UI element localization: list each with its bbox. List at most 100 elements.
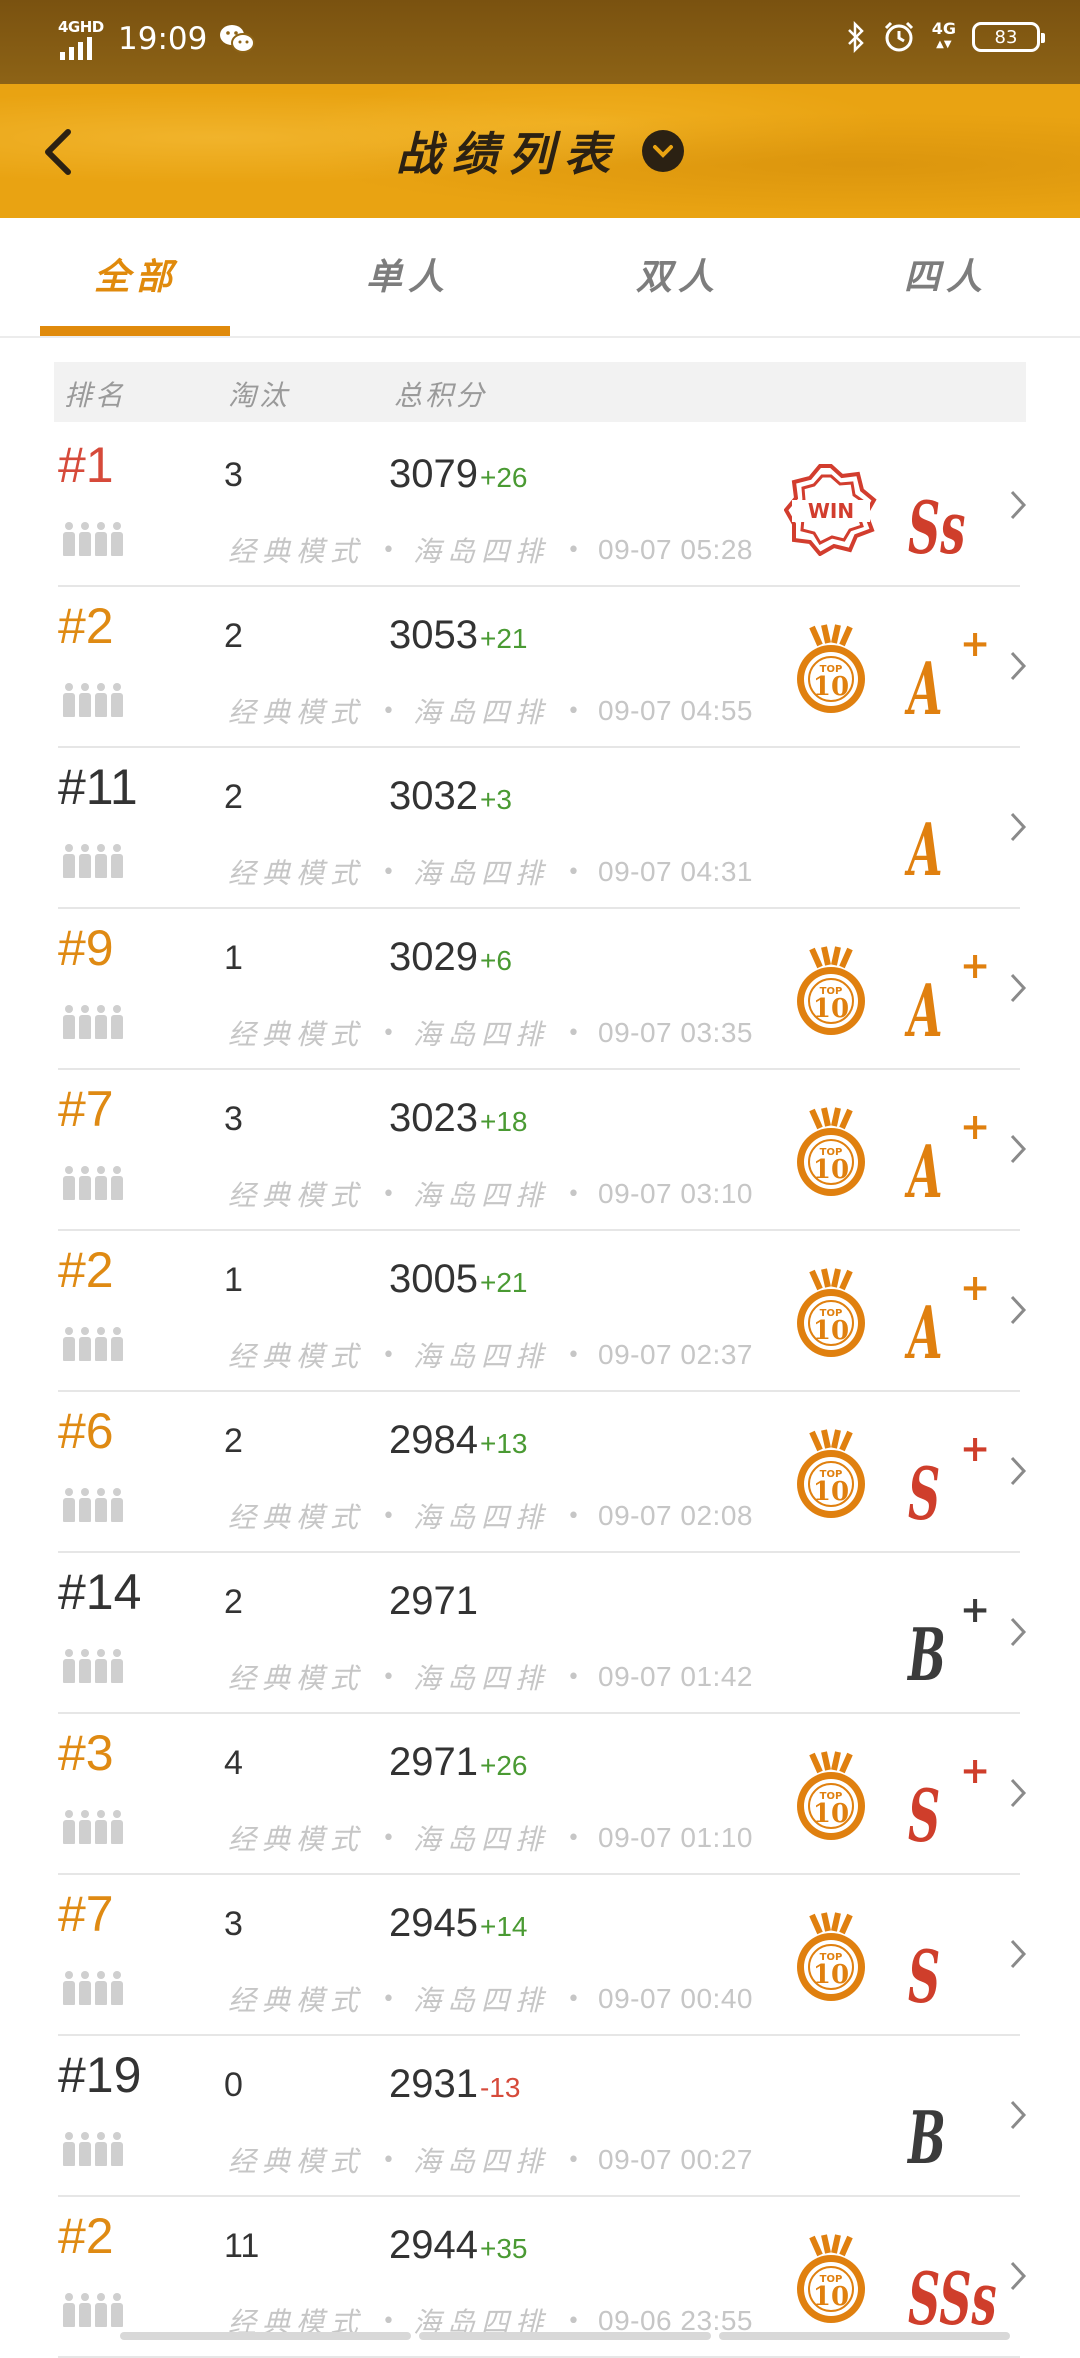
- grade-badge: Ss: [908, 468, 998, 564]
- match-row[interactable]: #7 3 3023+18 经典模式 • 海岛四排 • 09-07 03:10 T…: [0, 1070, 1080, 1231]
- grade-plus: +: [960, 945, 991, 987]
- bottom-tab-hint: [120, 2332, 1010, 2340]
- rank-value: #11: [58, 759, 138, 815]
- grade-badge: S: [908, 1917, 998, 2013]
- match-meta: 经典模式 • 海岛四排 • 09-07 00:27: [228, 2140, 753, 2180]
- match-meta: 经典模式 • 海岛四排 • 09-07 05:28: [228, 530, 753, 570]
- grade-letter: SSs: [908, 2256, 997, 2341]
- svg-text:10: 10: [813, 1155, 849, 1185]
- score-delta: +6: [479, 945, 512, 976]
- rank-value: #3: [58, 1725, 114, 1781]
- chevron-right-icon[interactable]: [1008, 1615, 1028, 1649]
- score-delta: +13: [479, 1428, 528, 1459]
- chevron-right-icon[interactable]: [1008, 2098, 1028, 2132]
- grade-letter: A: [908, 968, 943, 1053]
- chevron-right-icon[interactable]: [1008, 2259, 1028, 2293]
- game-mode-label: 经典模式: [228, 1984, 365, 2017]
- battery-icon: 83: [972, 22, 1045, 52]
- chevron-right-icon[interactable]: [1008, 1937, 1028, 1971]
- map-label: 海岛四排: [413, 1984, 550, 2017]
- status-time: 19:09: [118, 21, 208, 57]
- game-mode-label: 经典模式: [228, 857, 365, 890]
- score-value: 3079+26: [389, 452, 527, 497]
- game-mode-label: 经典模式: [228, 1340, 365, 1373]
- score-value: 2945+14: [389, 1901, 527, 1946]
- game-mode-label: 经典模式: [228, 1501, 365, 1534]
- bluetooth-icon: [847, 21, 864, 53]
- grade-letter: B: [908, 1612, 946, 1697]
- chevron-down-circle-icon[interactable]: [642, 130, 684, 172]
- tab-duo[interactable]: 双人: [578, 248, 778, 300]
- tab-all[interactable]: 全部: [36, 248, 236, 300]
- score-total: 3005: [389, 1257, 478, 1301]
- score-delta: +35: [479, 2233, 528, 2264]
- top10-badge-icon: TOP 10: [784, 1106, 878, 1200]
- match-row[interactable]: #3 4 2971+26 经典模式 • 海岛四排 • 09-07 01:10 T…: [0, 1714, 1080, 1875]
- score-value: 2931-13: [389, 2062, 520, 2107]
- match-time: 09-07 05:28: [598, 534, 753, 565]
- chevron-right-icon[interactable]: [1008, 810, 1028, 844]
- svg-text:10: 10: [813, 994, 849, 1024]
- rank-value: #9: [58, 920, 114, 976]
- squad-icon: [62, 1649, 124, 1683]
- match-row[interactable]: #11 2 3032+3 经典模式 • 海岛四排 • 09-07 04:31 A: [0, 748, 1080, 909]
- match-time: 09-07 04:31: [598, 856, 753, 887]
- match-time: 09-07 02:08: [598, 1500, 753, 1531]
- match-time: 09-07 04:55: [598, 695, 753, 726]
- kills-value: 2: [224, 1422, 243, 1460]
- match-time: 09-07 02:37: [598, 1339, 753, 1370]
- match-row[interactable]: #9 1 3029+6 经典模式 • 海岛四排 • 09-07 03:35 TO…: [0, 909, 1080, 1070]
- match-row[interactable]: #2 1 3005+21 经典模式 • 海岛四排 • 09-07 02:37 T…: [0, 1231, 1080, 1392]
- score-total: 3053: [389, 613, 478, 657]
- rank-value: #1: [58, 437, 114, 493]
- map-label: 海岛四排: [413, 1340, 550, 1373]
- chevron-right-icon[interactable]: [1008, 1293, 1028, 1327]
- rank-value: #2: [58, 598, 114, 654]
- chevron-right-icon[interactable]: [1008, 1454, 1028, 1488]
- grade-letter: S: [908, 1773, 941, 1858]
- mode-tabs: 全部 单人 双人 四人: [0, 218, 1080, 338]
- grade-letter: S: [908, 1451, 941, 1536]
- network-4g-label: 4G: [931, 19, 956, 38]
- rank-value: #2: [58, 1242, 114, 1298]
- game-mode-label: 经典模式: [228, 1018, 365, 1051]
- score-delta: +21: [479, 623, 528, 654]
- svg-text:10: 10: [813, 2282, 849, 2312]
- match-meta: 经典模式 • 海岛四排 • 09-07 02:08: [228, 1496, 753, 1536]
- match-row[interactable]: #14 2 2971 经典模式 • 海岛四排 • 09-07 01:42 B +: [0, 1553, 1080, 1714]
- chevron-right-icon[interactable]: [1008, 488, 1028, 522]
- score-total: 2971: [389, 1579, 478, 1623]
- grade-plus: +: [960, 1589, 991, 1631]
- grade-plus: +: [960, 1106, 991, 1148]
- rank-value: #2: [58, 2208, 114, 2264]
- game-mode-label: 经典模式: [228, 1823, 365, 1856]
- chevron-right-icon[interactable]: [1008, 971, 1028, 1005]
- match-row[interactable]: #1 3 3079+26 经典模式 • 海岛四排 • 09-07 05:28 W…: [0, 426, 1080, 587]
- grade-badge: A +: [908, 623, 998, 725]
- title-dropdown[interactable]: 战绩列表: [0, 118, 1080, 184]
- score-delta: -13: [479, 2072, 521, 2103]
- chevron-right-icon[interactable]: [1008, 649, 1028, 683]
- map-label: 海岛四排: [413, 1823, 550, 1856]
- grade-letter: S: [908, 1934, 941, 2019]
- match-meta: 经典模式 • 海岛四排 • 09-07 01:10: [228, 1818, 753, 1858]
- match-row[interactable]: #7 3 2945+14 经典模式 • 海岛四排 • 09-07 00:40 T…: [0, 1875, 1080, 2036]
- match-row[interactable]: #6 2 2984+13 经典模式 • 海岛四排 • 09-07 02:08 T…: [0, 1392, 1080, 1553]
- svg-text:10: 10: [813, 1799, 849, 1829]
- tab-solo[interactable]: 单人: [308, 248, 508, 300]
- network-4g-indicator: 4G ▲▼: [931, 19, 956, 51]
- match-meta: 经典模式 • 海岛四排 • 09-07 04:31: [228, 852, 753, 892]
- match-row[interactable]: #19 0 2931-13 经典模式 • 海岛四排 • 09-07 00:27 …: [0, 2036, 1080, 2197]
- game-mode-label: 经典模式: [228, 696, 365, 729]
- status-bar-left: 4GHD 19:09: [58, 18, 256, 60]
- match-row[interactable]: #2 2 3053+21 经典模式 • 海岛四排 • 09-07 04:55 T…: [0, 587, 1080, 748]
- status-bar-right: 4G ▲▼ 83: [846, 19, 1045, 54]
- match-time: 09-07 00:27: [598, 2144, 753, 2175]
- chevron-right-icon[interactable]: [1008, 1776, 1028, 1810]
- chevron-right-icon[interactable]: [1008, 1132, 1028, 1166]
- svg-text:10: 10: [813, 1960, 849, 1990]
- tab-squad[interactable]: 四人: [846, 248, 1046, 300]
- rank-value: #6: [58, 1403, 114, 1459]
- score-delta: +18: [479, 1106, 528, 1137]
- app-header: 战绩列表: [0, 84, 1080, 218]
